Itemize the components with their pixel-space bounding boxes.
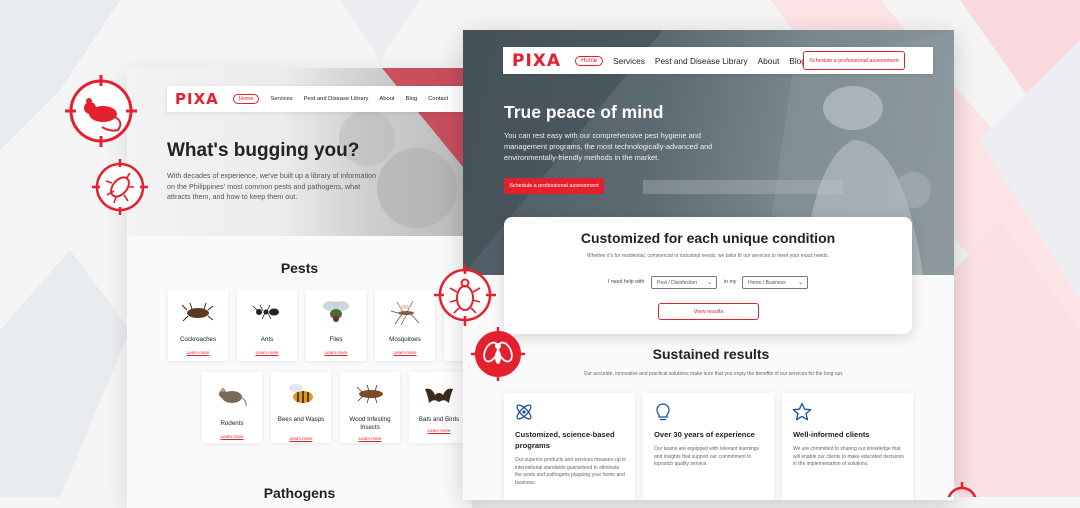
nav-pest-library[interactable]: Pest and Disease Library <box>655 56 748 66</box>
feature-title: Well-informed clients <box>793 430 870 439</box>
feature-title: Over 30 years of experience <box>654 430 755 439</box>
pest-card-flies[interactable]: Flies Learn more <box>306 290 366 361</box>
chevron-down-icon: ⌄ <box>797 280 803 286</box>
library-hero-description: With decades of experience, we've built … <box>167 171 377 201</box>
feature-description: Our teams are equipped with relevant lea… <box>654 446 760 468</box>
chevron-down-icon: ⌄ <box>706 280 712 286</box>
nav-blog[interactable]: Blog <box>406 96 418 102</box>
pest-name: Cockroaches <box>179 336 217 343</box>
termite-icon <box>356 384 383 404</box>
pathogens-heading: Pathogens <box>263 485 336 501</box>
feature-card: Well-informed clients We are committed t… <box>782 393 913 500</box>
feature-description: We are committed to sharing our knowledg… <box>793 446 904 468</box>
target-icon-partial <box>947 482 977 497</box>
nav-about[interactable]: About <box>379 96 394 102</box>
pest-name: Bats and Birds <box>418 416 460 423</box>
schedule-assessment-nav-button[interactable]: Schedule a professional assessment <box>803 51 905 70</box>
customized-card: Customized for each unique condition Whe… <box>504 217 912 334</box>
learn-more-link[interactable]: Learn more <box>340 436 400 441</box>
pest-name: Wood Infesting Insects <box>349 416 391 431</box>
pest-card-rodents[interactable]: Rodents Learn more <box>202 372 262 443</box>
learn-more-link[interactable]: Learn more <box>306 350 366 355</box>
feature-card: Over 30 years of experience Our teams ar… <box>643 393 774 500</box>
learn-more-link[interactable]: Learn more <box>237 350 297 355</box>
nav-contact[interactable]: Contact <box>428 96 448 102</box>
customized-subtitle: Whether it's for residential, commercial… <box>586 253 830 259</box>
service-select-value: Pest / Disinfection <box>657 279 698 286</box>
pest-name: Rodents <box>220 420 244 427</box>
learn-more-link[interactable]: Learn more <box>168 350 228 355</box>
learn-more-link[interactable]: Learn more <box>202 434 262 439</box>
feature-card: Customized, science-based programs Our s… <box>504 393 635 500</box>
customized-heading: Customized for each unique condition <box>580 230 836 246</box>
learn-more-link[interactable]: Learn more <box>375 350 435 355</box>
fly-target-icon <box>471 327 525 381</box>
pest-name: Mosquitoes <box>389 336 421 343</box>
pest-name: Bees and Wasps <box>277 416 325 423</box>
pest-card-wood-infesting[interactable]: Wood Infesting Insects Learn more <box>340 372 400 443</box>
library-hero: PIXA Home Services Pest and Disease Libr… <box>127 68 472 236</box>
property-select-value: Home / Business <box>748 279 786 286</box>
feature-title: Customized, science-based programs <box>515 430 615 450</box>
atom-icon <box>516 404 532 420</box>
pest-card-bats-birds[interactable]: Bats and Birds Learn more <box>409 372 469 443</box>
bee-icon <box>289 384 313 403</box>
beetle-target-icon <box>434 264 496 326</box>
mosquito-icon <box>390 300 420 326</box>
learn-more-link[interactable]: Learn more <box>271 436 331 441</box>
feature-description: Our superior products and services measu… <box>515 457 627 486</box>
schedule-assessment-button[interactable]: Schedule a professional assessment <box>504 178 604 194</box>
nav-pest-library[interactable]: Pest and Disease Library <box>304 96 369 102</box>
sustained-subtitle: Our accurate, innovative and practical s… <box>583 371 844 377</box>
cockroach-target-icon <box>92 159 148 215</box>
fly-icon <box>323 301 349 322</box>
library-navbar: PIXA Home Services Pest and Disease Libr… <box>167 86 469 112</box>
property-select[interactable]: Home / Business ⌄ <box>742 276 808 289</box>
pixa-logo[interactable]: PIXA <box>512 51 561 71</box>
learn-more-link[interactable]: Learn more <box>409 428 469 433</box>
ant-icon <box>252 304 279 320</box>
nav-services[interactable]: Services <box>270 96 292 102</box>
pest-name: Flies <box>329 336 343 343</box>
home-hero-title: True peace of mind <box>504 102 664 122</box>
library-page-mockup: PIXA Home Services Pest and Disease Libr… <box>127 68 472 508</box>
pests-heading: Pests <box>280 260 319 276</box>
service-select[interactable]: Pest / Disinfection ⌄ <box>651 276 717 289</box>
bat-icon <box>425 388 453 403</box>
rodent-icon <box>219 388 247 407</box>
nav-home-pill[interactable]: Home <box>232 94 260 104</box>
nav-about[interactable]: About <box>758 56 780 66</box>
pest-card-mosquitoes[interactable]: Mosquitoes Learn more <box>375 290 435 361</box>
home-page-mockup: PIXA Home Services Pest and Disease Libr… <box>463 30 954 500</box>
pest-card-cockroaches[interactable]: Cockroaches Learn more <box>168 290 228 361</box>
in-my-label: in my <box>724 279 737 285</box>
nav-services[interactable]: Services <box>613 56 645 66</box>
star-icon <box>792 402 812 421</box>
pest-card-ants[interactable]: Ants Learn more <box>237 290 297 361</box>
cockroach-icon <box>182 302 214 322</box>
lightbulb-icon <box>656 403 670 421</box>
view-results-button[interactable]: View results <box>658 303 759 320</box>
pest-name: Ants <box>260 336 274 343</box>
pixa-logo[interactable]: PIXA <box>175 90 219 108</box>
sustained-heading: Sustained results <box>652 346 770 362</box>
library-hero-title: What's bugging you? <box>167 140 360 161</box>
rodent-target-icon <box>65 75 137 147</box>
need-help-label: I need help with <box>608 279 645 285</box>
nav-home-pill[interactable]: Home <box>575 55 604 66</box>
home-hero-description: You can rest easy with our comprehensive… <box>504 131 713 162</box>
pest-card-bees-wasps[interactable]: Bees and Wasps Learn more <box>271 372 331 443</box>
